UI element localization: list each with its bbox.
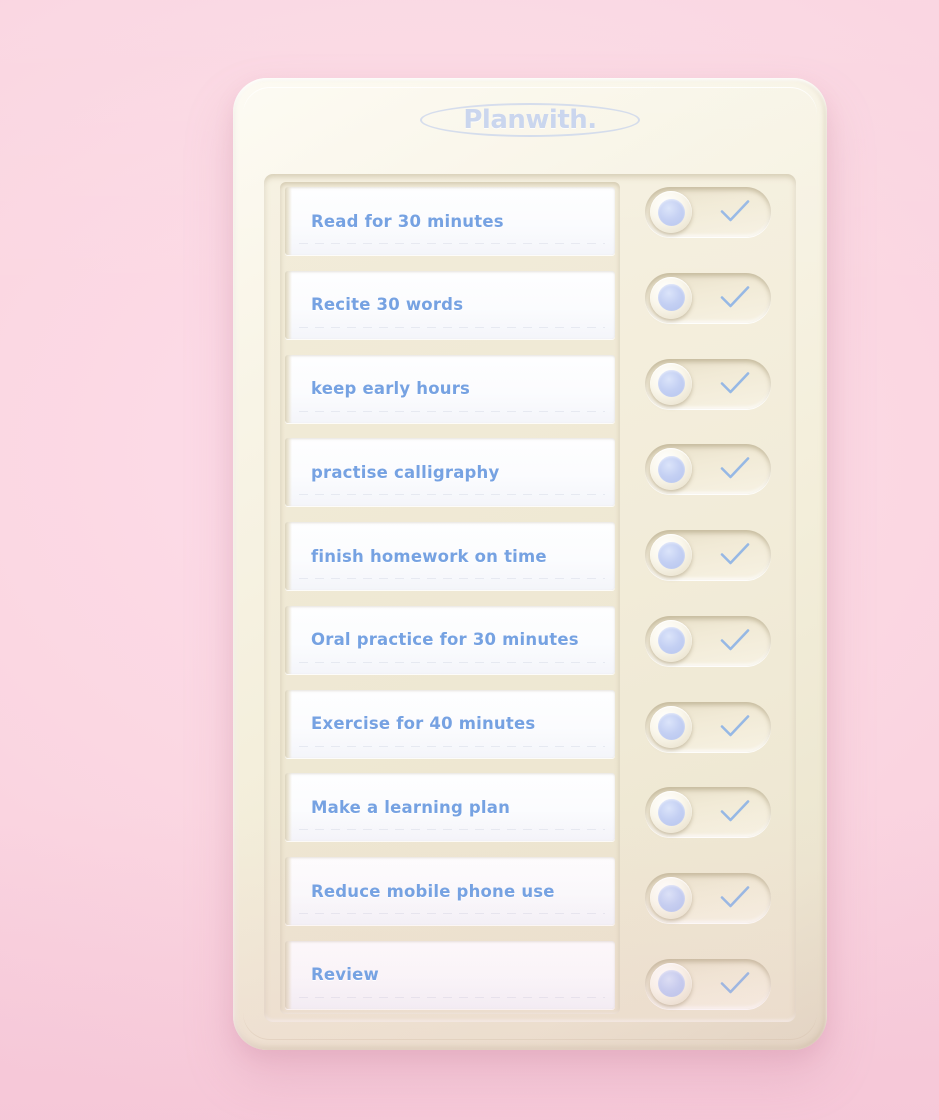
check-icon bbox=[719, 885, 751, 911]
brand-logo: Planwith. bbox=[420, 97, 640, 143]
task-row[interactable]: Oral practice for 30 minutes bbox=[285, 605, 615, 674]
task-switch[interactable] bbox=[645, 787, 771, 838]
task-label: finish homework on time bbox=[311, 546, 547, 566]
switch-knob[interactable] bbox=[650, 877, 692, 920]
switch-knob-dot bbox=[657, 884, 685, 912]
task-switch[interactable] bbox=[645, 187, 771, 237]
task-switch[interactable] bbox=[645, 873, 771, 924]
switch-knob-dot bbox=[657, 370, 685, 398]
task-label: Reduce mobile phone use bbox=[311, 881, 555, 901]
switch-knob[interactable] bbox=[650, 191, 692, 233]
switch-knob-dot bbox=[657, 713, 685, 741]
task-label: Read for 30 minutes bbox=[311, 211, 504, 231]
switch-knob[interactable] bbox=[650, 534, 692, 577]
switch-knob[interactable] bbox=[650, 705, 692, 748]
task-row[interactable]: practise calligraphy bbox=[285, 438, 615, 507]
switch-knob[interactable] bbox=[650, 276, 692, 319]
check-icon bbox=[719, 371, 751, 397]
check-icon bbox=[719, 542, 751, 568]
switch-column bbox=[636, 182, 780, 1014]
check-icon bbox=[719, 628, 751, 654]
switch-knob[interactable] bbox=[650, 448, 692, 491]
check-icon bbox=[719, 199, 751, 225]
task-label: Oral practice for 30 minutes bbox=[311, 630, 579, 650]
task-switch[interactable] bbox=[645, 444, 771, 495]
switch-knob-dot bbox=[657, 198, 685, 226]
switch-knob[interactable] bbox=[650, 962, 692, 1005]
check-icon bbox=[719, 799, 751, 825]
task-label: Exercise for 40 minutes bbox=[311, 714, 536, 734]
switch-knob[interactable] bbox=[650, 619, 692, 662]
task-switch[interactable] bbox=[645, 530, 771, 581]
switch-knob[interactable] bbox=[650, 791, 692, 834]
task-row[interactable]: Exercise for 40 minutes bbox=[285, 689, 615, 758]
task-list: Read for 30 minutes Recite 30 words keep… bbox=[280, 182, 620, 1014]
task-label: Recite 30 words bbox=[311, 295, 464, 315]
page-background: Planwith. Read for 30 minutes Recite 30 … bbox=[0, 0, 939, 1120]
task-label: keep early hours bbox=[311, 379, 471, 399]
task-row[interactable]: keep early hours bbox=[285, 354, 615, 423]
task-switch[interactable] bbox=[645, 615, 771, 666]
switch-knob[interactable] bbox=[650, 362, 692, 405]
check-icon bbox=[719, 971, 751, 997]
task-switch[interactable] bbox=[645, 701, 771, 752]
task-row[interactable]: Recite 30 words bbox=[285, 270, 615, 339]
check-icon bbox=[719, 285, 751, 311]
switch-knob-dot bbox=[657, 627, 685, 655]
task-row[interactable]: Review bbox=[285, 940, 615, 1009]
task-switch[interactable] bbox=[645, 358, 771, 409]
task-label: Review bbox=[311, 965, 379, 985]
checklist-panel: Read for 30 minutes Recite 30 words keep… bbox=[264, 174, 796, 1022]
check-icon bbox=[719, 456, 751, 482]
task-label: practise calligraphy bbox=[311, 462, 500, 482]
task-switch[interactable] bbox=[645, 272, 771, 323]
switch-knob-dot bbox=[657, 970, 685, 998]
brand-name: Planwith. bbox=[463, 105, 597, 135]
check-icon bbox=[719, 714, 751, 740]
task-row[interactable]: Make a learning plan bbox=[285, 773, 615, 842]
task-switch[interactable] bbox=[645, 958, 771, 1009]
planner-device: Planwith. Read for 30 minutes Recite 30 … bbox=[233, 78, 827, 1050]
switch-knob-dot bbox=[657, 455, 685, 483]
task-row[interactable]: Read for 30 minutes bbox=[285, 187, 615, 255]
switch-knob-dot bbox=[657, 798, 685, 826]
task-row[interactable]: Reduce mobile phone use bbox=[285, 857, 615, 926]
task-row[interactable]: finish homework on time bbox=[285, 522, 615, 591]
task-label: Make a learning plan bbox=[311, 797, 511, 817]
switch-knob-dot bbox=[657, 284, 685, 312]
switch-knob-dot bbox=[657, 541, 685, 569]
